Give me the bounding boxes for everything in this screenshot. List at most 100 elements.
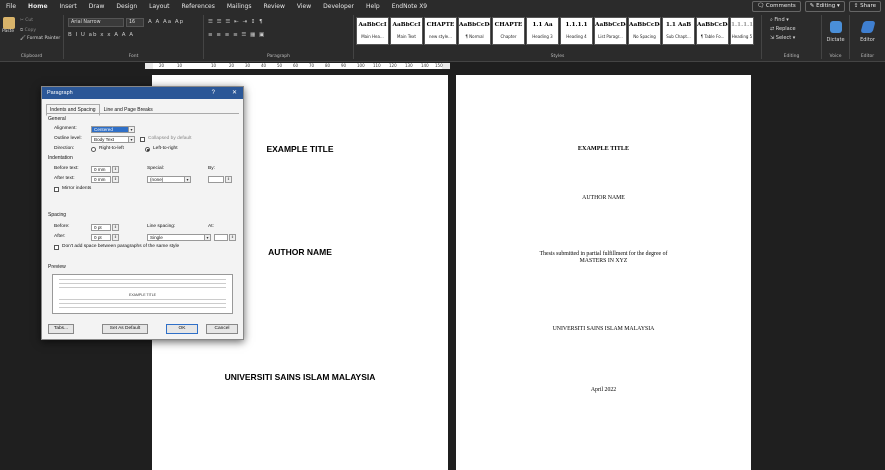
- paragraph-dialog: Paragraph ? ✕ Indents and Spacing Line a…: [41, 86, 244, 340]
- style-chapter[interactable]: CHAPTE Chapter: [492, 17, 525, 45]
- style-no-spacing[interactable]: AaBbCcDc No Spacing: [628, 17, 661, 45]
- ruler-tick: 80: [325, 63, 331, 68]
- microphone-icon[interactable]: [829, 21, 842, 33]
- style-heading-5[interactable]: 1.1.1.1 Heading 5: [730, 17, 754, 45]
- clipboard-group: Paste ✂ Cut ⧉ Copy 🖌 Format Painter Clip…: [0, 15, 64, 59]
- collapsed-label: Collapsed by default: [148, 136, 192, 141]
- paste-button[interactable]: Paste: [2, 17, 16, 41]
- by-spinner[interactable]: ⇕: [225, 176, 232, 183]
- comments-button[interactable]: 🗨 Comments: [752, 1, 801, 12]
- document-page-2[interactable]: EXAMPLE TITLE AUTHOR NAME Thesis submitt…: [456, 75, 751, 470]
- tab-help[interactable]: Help: [360, 0, 386, 13]
- style-heading-4[interactable]: 1.1.1.1 Heading 4: [560, 17, 593, 45]
- dialog-title-bar[interactable]: Paragraph ? ✕: [42, 87, 243, 99]
- font-size-select[interactable]: 16: [126, 18, 144, 27]
- editing-mode-button[interactable]: ✎ Editing ▾: [804, 1, 845, 12]
- style-sub-chapter[interactable]: 1.1 AaB Sub Chapt...: [662, 17, 695, 45]
- select-button[interactable]: ⇲ Select ▾: [770, 35, 795, 41]
- cancel-button[interactable]: Cancel: [206, 324, 238, 334]
- paragraph-group-label: Paragraph: [266, 54, 291, 59]
- list-buttons[interactable]: ☰ ☰ ☰ ⇤ ⇥ ↕ ¶: [208, 19, 264, 25]
- ruler-tick: 110: [373, 63, 381, 68]
- before-spinner[interactable]: ⇕: [112, 224, 119, 231]
- alignment-buttons[interactable]: ≡ ≡ ≡ ≡ ☰ ▦ ▣: [208, 32, 265, 38]
- mirror-indents-label: Mirror indents: [62, 186, 92, 191]
- ok-button[interactable]: OK: [166, 324, 198, 334]
- at-spinner[interactable]: ⇕: [229, 234, 236, 241]
- tab-mailings[interactable]: Mailings: [221, 0, 258, 13]
- dont-add-space-checkbox[interactable]: [54, 245, 59, 250]
- ruler-tick: 150: [435, 63, 443, 68]
- mirror-indents-checkbox[interactable]: [54, 187, 59, 192]
- horizontal-ruler[interactable]: 20 10 10 20 30 40 50 60 70 80 90 100 110…: [145, 63, 450, 69]
- voice-group-label: Voice: [829, 54, 842, 59]
- font-format-buttons[interactable]: B I U ab x x A A A: [68, 32, 134, 38]
- style-new-style[interactable]: CHAPTE new style...: [424, 17, 457, 45]
- at-input[interactable]: [214, 234, 228, 241]
- ruler-tick: 90: [341, 63, 347, 68]
- tab-review[interactable]: Review: [257, 0, 290, 13]
- style-heading-3[interactable]: 1.1 Aa Heading 3: [526, 17, 559, 45]
- copy-button[interactable]: ⧉ Copy: [20, 27, 36, 33]
- dictate-button[interactable]: Dictate: [822, 37, 849, 43]
- tab-developer[interactable]: Developer: [317, 0, 360, 13]
- style-main-text[interactable]: AaBbCcI Main Text: [390, 17, 423, 45]
- ruler-tick: 40: [261, 63, 267, 68]
- after-text-label: After text:: [54, 176, 75, 181]
- after-spinner[interactable]: ⇕: [112, 234, 119, 241]
- style-list-paragraph[interactable]: AaBbCcDc List Paragr...: [594, 17, 627, 45]
- ruler-tick: 130: [405, 63, 413, 68]
- ruler-tick: 50: [277, 63, 283, 68]
- preview-line: [59, 287, 226, 288]
- tab-home[interactable]: Home: [22, 0, 54, 14]
- comment-icon: 🗨: [757, 3, 766, 9]
- editor-group: Editor Editor: [850, 15, 885, 59]
- help-icon[interactable]: ?: [212, 87, 215, 99]
- tab-design[interactable]: Design: [110, 0, 143, 13]
- font-name-select[interactable]: Arial Narrow: [68, 18, 124, 27]
- after-text-input[interactable]: 0 mm: [91, 176, 111, 183]
- before-text-input[interactable]: 0 mm: [91, 166, 111, 173]
- tab-draw[interactable]: Draw: [83, 0, 111, 13]
- after-label: After:: [54, 234, 66, 239]
- after-input[interactable]: 0 pt: [91, 234, 111, 241]
- line-spacing-label: Line spacing:: [147, 224, 176, 229]
- line-spacing-select[interactable]: Single ▾: [147, 234, 211, 241]
- tab-references[interactable]: References: [176, 0, 221, 13]
- rtl-radio[interactable]: [91, 147, 96, 152]
- style-table-format[interactable]: AaBbCcDc ¶ Table Fo...: [696, 17, 729, 45]
- outline-level-select[interactable]: Body Text ▾: [91, 136, 135, 143]
- after-text-spinner[interactable]: ⇕: [112, 176, 119, 183]
- special-select[interactable]: (none) ▾: [147, 176, 191, 183]
- format-painter-button[interactable]: 🖌 Format Painter: [20, 36, 60, 41]
- collapsed-checkbox[interactable]: [140, 137, 145, 142]
- set-as-default-button[interactable]: Set As Default: [102, 324, 148, 334]
- preview-line: [59, 303, 226, 304]
- by-input[interactable]: [208, 176, 224, 183]
- close-icon[interactable]: ✕: [232, 87, 237, 99]
- replace-button[interactable]: ⇄ Replace: [770, 26, 796, 32]
- chevron-down-icon: ▾: [184, 177, 190, 182]
- find-button[interactable]: ⌕ Find ▾: [770, 17, 789, 23]
- ltr-radio[interactable]: [145, 147, 150, 152]
- ruler-tick: 100: [357, 63, 365, 68]
- tab-layout[interactable]: Layout: [143, 0, 175, 13]
- style-normal[interactable]: AaBbCcDc ¶ Normal: [458, 17, 491, 45]
- style-main-heading[interactable]: AaBbCcI Main Hea...: [356, 17, 389, 45]
- editor-pen-icon[interactable]: [859, 21, 876, 33]
- before-text-spinner[interactable]: ⇕: [112, 166, 119, 173]
- dont-add-space-label: Don't add space between paragraphs of th…: [62, 244, 180, 249]
- cut-button[interactable]: ✂ Cut: [20, 18, 33, 23]
- font-size-buttons[interactable]: A A Aa Ap: [148, 19, 184, 25]
- tab-view[interactable]: View: [291, 0, 317, 13]
- preview-line: [59, 283, 226, 284]
- tabs-button[interactable]: Tabs...: [48, 324, 74, 334]
- before-input[interactable]: 0 pt: [91, 224, 111, 231]
- tab-endnote[interactable]: EndNote X9: [386, 0, 433, 13]
- tab-file[interactable]: File: [0, 0, 22, 13]
- ruler-tick: 10: [211, 63, 217, 68]
- alignment-select[interactable]: Centered ▾: [91, 126, 135, 133]
- share-button[interactable]: ⇪ Share: [848, 1, 881, 12]
- editor-button[interactable]: Editor: [850, 37, 885, 43]
- tab-insert[interactable]: Insert: [54, 0, 83, 13]
